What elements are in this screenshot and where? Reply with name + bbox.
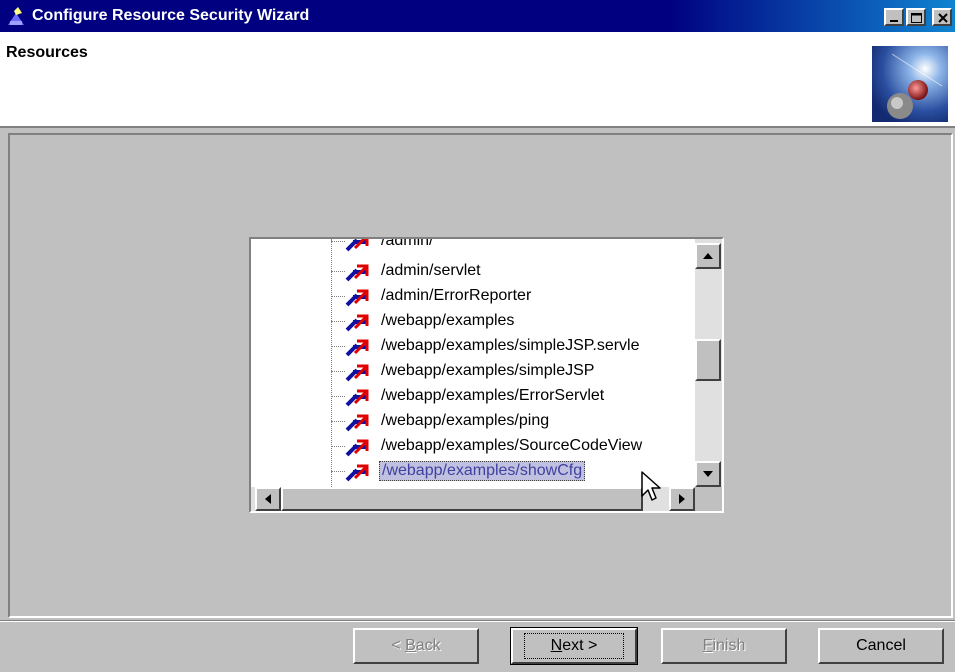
resource-arrow-icon — [345, 239, 369, 252]
wizard-window: Configure Resource Security Wizard Resou… — [0, 0, 955, 672]
minimize-button[interactable] — [884, 8, 904, 26]
resource-arrow-icon — [345, 414, 369, 432]
tree-item-label: /webapp/examples/simpleJSP.servle — [381, 337, 640, 354]
back-button-label: ack — [415, 637, 441, 654]
tree-item-label: /webapp/examples/ping — [381, 412, 550, 429]
arrow-down-icon — [703, 471, 713, 477]
next-button-mnemonic: N — [550, 637, 563, 654]
tree-item[interactable]: /admin/ — [331, 239, 691, 253]
tree-item[interactable]: /webapp/examples/simpleJSP — [331, 359, 691, 383]
tree-item[interactable]: /webapp/examples/ping — [331, 409, 691, 433]
close-button[interactable] — [932, 8, 952, 26]
minimize-icon — [890, 20, 898, 22]
scroll-right-button[interactable] — [669, 487, 695, 511]
next-button-focus: Next > — [523, 633, 625, 659]
resource-arrow-icon — [345, 364, 369, 382]
window-title: Configure Resource Security Wizard — [32, 7, 310, 24]
tree-item-label: /admin/servlet — [381, 262, 481, 279]
page-title: Resources — [6, 44, 88, 61]
resource-arrow-icon — [345, 264, 369, 282]
vertical-scroll-thumb[interactable] — [695, 339, 721, 381]
finish-button-label: inish — [712, 637, 746, 654]
tree-item-label: /webapp/examples/simpleJSP — [381, 362, 595, 379]
wizard-icon — [8, 7, 24, 25]
finish-button[interactable]: Finish — [661, 628, 787, 664]
footer-divider — [0, 620, 955, 622]
resource-arrow-icon — [345, 464, 369, 482]
maximize-button[interactable] — [906, 8, 926, 26]
resource-arrow-icon — [345, 389, 369, 407]
tree-item[interactable]: /webapp/examples/simpleJSP.servle — [331, 334, 691, 358]
tree-item-label: /webapp/examples/ErrorServlet — [381, 387, 605, 404]
tree-item-label: /admin/ErrorReporter — [381, 287, 532, 304]
resource-arrow-icon — [345, 339, 369, 357]
next-button[interactable]: Next > — [510, 627, 638, 665]
back-button[interactable]: < Back — [353, 628, 479, 664]
tree-item[interactable]: /webapp/examples — [331, 309, 691, 333]
tree-item[interactable]: /webapp/examples/SourceCodeView — [331, 434, 691, 458]
scroll-up-button[interactable] — [695, 243, 721, 269]
horizontal-scrollbar[interactable] — [251, 487, 695, 511]
arrow-right-icon — [679, 494, 685, 504]
resource-arrow-icon — [345, 314, 369, 332]
tree-item[interactable]: /admin/ErrorReporter — [331, 284, 691, 308]
close-icon — [938, 13, 948, 23]
tree-item-selected[interactable]: /webapp/examples/showCfg — [331, 459, 691, 483]
back-button-mnemonic: B — [405, 637, 416, 654]
scroll-left-button[interactable] — [255, 487, 281, 511]
tree-item-label: /admin/ — [381, 239, 434, 249]
wizard-header: Resources — [0, 32, 955, 128]
back-button-prefix: < — [391, 637, 406, 654]
finish-button-mnemonic: F — [702, 637, 713, 654]
title-bar[interactable]: Configure Resource Security Wizard — [0, 0, 955, 32]
tree-item-label: /webapp/examples/showCfg — [379, 461, 586, 481]
tree-item[interactable]: /admin/servlet — [331, 259, 691, 283]
arrow-up-icon — [703, 253, 713, 259]
maximize-icon — [911, 13, 922, 23]
cancel-button-label: Cancel — [856, 637, 906, 654]
vertical-scrollbar[interactable] — [695, 239, 722, 487]
arrow-left-icon — [265, 494, 271, 504]
next-button-label: ext > — [562, 637, 598, 654]
tree-item-label: /webapp/examples/SourceCodeView — [381, 437, 643, 454]
resource-arrow-icon — [345, 439, 369, 457]
mouse-cursor-icon — [641, 471, 661, 501]
horizontal-scroll-thumb[interactable] — [281, 487, 643, 511]
tree-item[interactable]: /webapp/examples/ErrorServlet — [331, 384, 691, 408]
tree-viewport: /admin/ /admin/servlet /admin/ErrorRepor… — [251, 239, 695, 487]
cancel-button[interactable]: Cancel — [818, 628, 944, 664]
scrollbar-corner — [695, 487, 722, 511]
tree-item-label: /webapp/examples — [381, 312, 515, 329]
space-globe-image — [872, 46, 948, 122]
resource-arrow-icon — [345, 289, 369, 307]
scroll-down-button[interactable] — [695, 461, 721, 487]
